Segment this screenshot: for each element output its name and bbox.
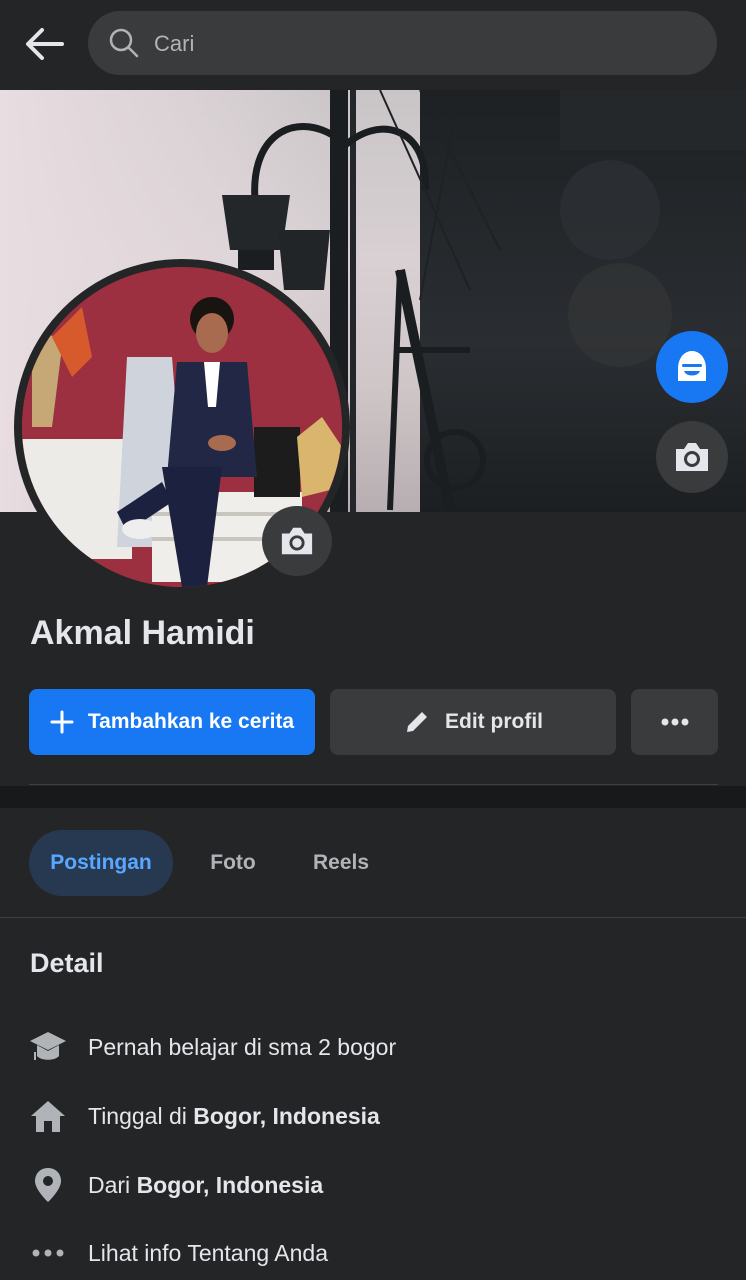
camera-icon — [281, 527, 313, 555]
education-icon — [28, 1027, 68, 1067]
tab-postingan[interactable]: Postingan — [29, 830, 173, 896]
camera-icon — [676, 443, 708, 471]
edit-profile-label: Edit profil — [445, 710, 543, 733]
more-options-button[interactable] — [631, 689, 718, 755]
tab-foto[interactable]: Foto — [188, 830, 278, 896]
detail-item-education[interactable]: Pernah belajar di sma 2 bogor — [28, 1027, 718, 1067]
tabs-divider — [0, 917, 746, 918]
section-separator — [0, 786, 746, 808]
more-dots-icon — [661, 718, 688, 726]
add-to-story-label: Tambahkan ke cerita — [87, 710, 295, 733]
search-bar[interactable] — [88, 11, 717, 75]
detail-heading: Detail — [30, 948, 104, 978]
cover-camera-button[interactable] — [656, 421, 728, 493]
home-icon — [28, 1096, 68, 1136]
plus-icon — [50, 710, 74, 734]
detail-item-text: Dari Bogor, Indonesia — [88, 1171, 324, 1198]
detail-item-from[interactable]: Dari Bogor, Indonesia — [28, 1165, 718, 1205]
location-pin-icon — [28, 1165, 68, 1205]
avatar-icon — [678, 351, 706, 381]
back-button[interactable] — [22, 24, 66, 64]
pencil-icon — [403, 708, 431, 736]
detail-item-see-about[interactable]: Lihat info Tentang Anda — [28, 1233, 718, 1273]
add-to-story-button[interactable]: Tambahkan ke cerita — [29, 689, 315, 755]
profile-name: Akmal Hamidi — [30, 614, 255, 652]
edit-profile-button[interactable]: Edit profil — [330, 689, 616, 755]
detail-item-text: Lihat info Tentang Anda — [88, 1239, 329, 1266]
divider — [29, 784, 718, 785]
search-input[interactable] — [152, 21, 696, 67]
avatar-button[interactable] — [656, 331, 728, 403]
detail-item-lives-in[interactable]: Tinggal di Bogor, Indonesia — [28, 1096, 718, 1136]
profile-picture-camera-button[interactable] — [262, 506, 332, 576]
top-bar — [0, 0, 746, 90]
tab-reels[interactable]: Reels — [293, 830, 389, 896]
back-arrow-icon — [26, 28, 64, 60]
more-dots-icon — [28, 1233, 68, 1273]
search-icon — [109, 28, 139, 58]
profile-tabs: Postingan Foto Reels — [0, 808, 746, 918]
detail-item-text: Tinggal di Bogor, Indonesia — [88, 1102, 380, 1129]
detail-item-text: Pernah belajar di sma 2 bogor — [88, 1033, 397, 1060]
